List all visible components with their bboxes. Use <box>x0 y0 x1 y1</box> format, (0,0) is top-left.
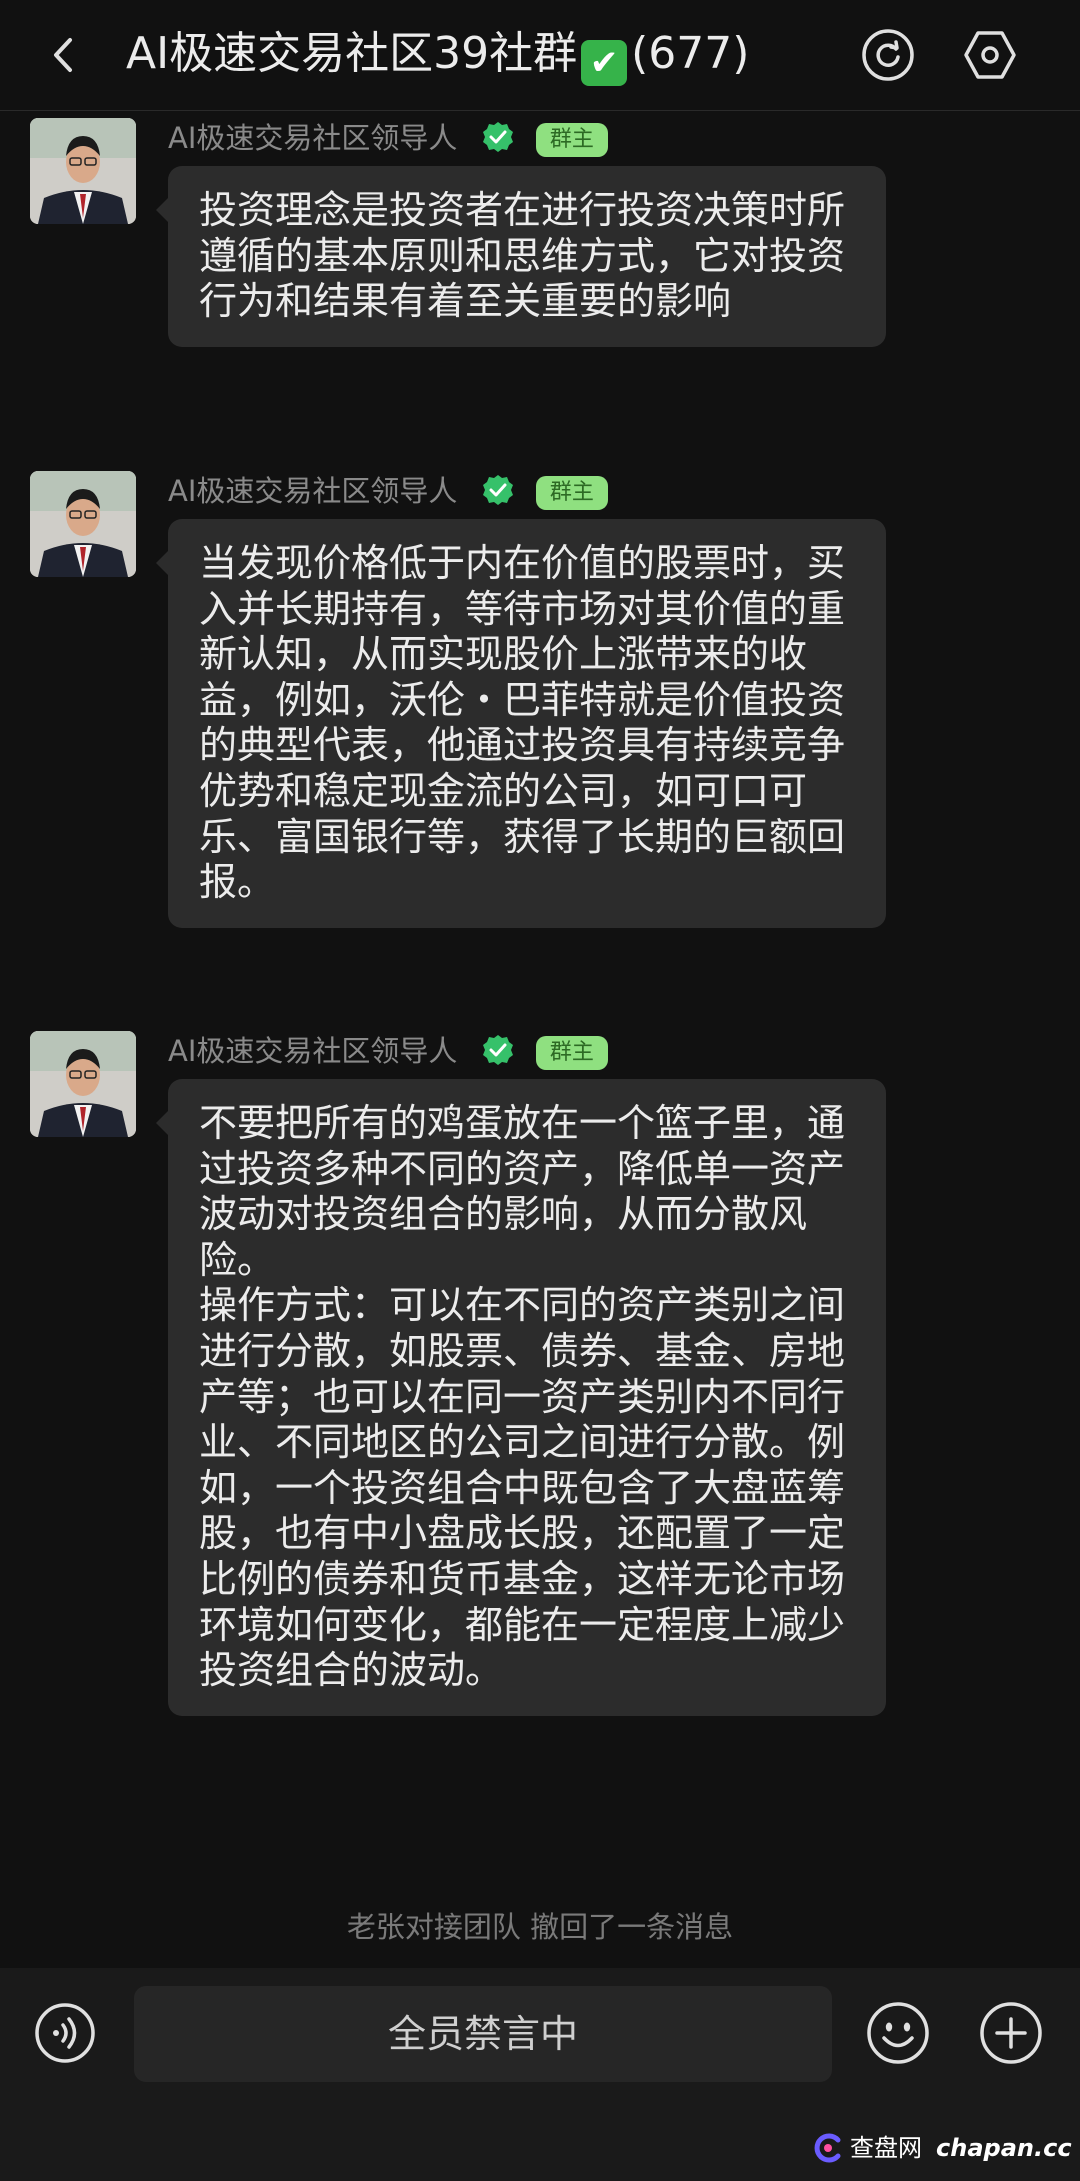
message-bubble[interactable]: 当发现价格低于内在价值的股票时，买入并长期持有，等待市场对其价值的重新认知，从而… <box>156 519 886 928</box>
sender-row: AI极速交易社区领导人 群主 <box>168 471 608 511</box>
owner-badge: 群主 <box>535 1036 608 1070</box>
owner-badge: 群主 <box>535 476 608 510</box>
member-count: (677) <box>631 28 750 79</box>
sender-name: AI极速交易社区领导人 <box>168 474 458 508</box>
verified-icon <box>482 122 513 152</box>
recall-notice: 老张对接团队 撤回了一条消息 <box>346 1910 734 1944</box>
refresh-icon[interactable] <box>860 27 916 83</box>
muted-input-field: 全员禁言中 <box>134 1986 832 2082</box>
message-bubble[interactable]: 投资理念是投资者在进行投资决策时所遵循的基本原则和思维方式，它对投资行为和结果有… <box>156 166 886 347</box>
avatar[interactable] <box>30 118 136 224</box>
sender-row: AI极速交易社区领导人 群主 <box>168 118 608 158</box>
voice-icon[interactable] <box>34 2002 96 2064</box>
watermark: 查盘网 chapan.cc <box>812 2128 1072 2168</box>
emoji-icon[interactable] <box>866 2001 930 2065</box>
avatar[interactable] <box>30 471 136 577</box>
message-bubble[interactable]: 不要把所有的鸡蛋放在一个篮子里，通过投资多种不同的资产，降低单一资产波动对投资组… <box>156 1079 886 1716</box>
avatar[interactable] <box>30 1031 136 1137</box>
watermark-logo-icon <box>814 2133 841 2163</box>
sender-row: AI极速交易社区领导人 群主 <box>168 1031 608 1071</box>
watermark-name: 查盘网 <box>850 2134 922 2162</box>
watermark-domain: chapan.cc <box>936 2134 1072 2162</box>
back-chevron-icon[interactable] <box>38 28 92 82</box>
chat-title: AI极速交易社区39社群 ✔ (677) <box>126 22 749 86</box>
verified-icon <box>482 475 513 505</box>
owner-badge: 群主 <box>535 123 608 157</box>
settings-icon[interactable] <box>962 27 1018 83</box>
chat-header: AI极速交易社区39社群 ✔ (677) <box>0 0 1080 111</box>
sender-name: AI极速交易社区领导人 <box>168 121 458 155</box>
plus-icon[interactable] <box>979 2001 1043 2065</box>
group-name: AI极速交易社区39社群 <box>126 28 578 79</box>
sender-name: AI极速交易社区领导人 <box>168 1034 458 1068</box>
verified-icon <box>482 1035 513 1065</box>
check-mark-emoji: ✔ <box>581 40 628 86</box>
